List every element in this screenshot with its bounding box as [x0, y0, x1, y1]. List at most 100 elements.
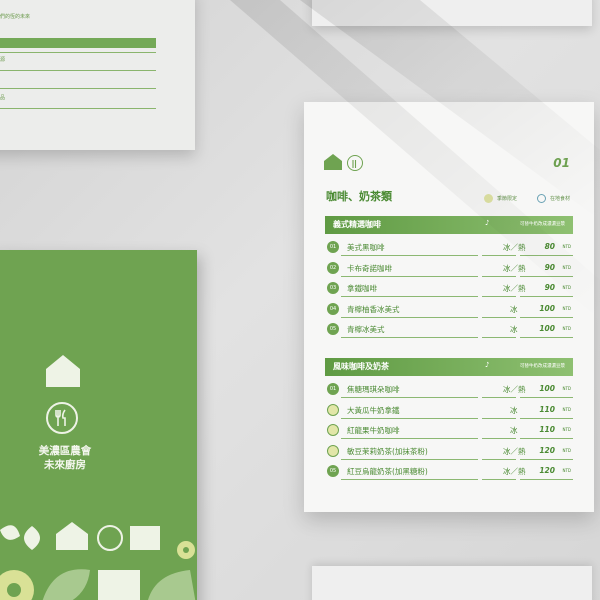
seasonal-dot-icon	[484, 194, 493, 203]
item-price: 110	[539, 404, 555, 414]
local-dot-icon	[537, 194, 546, 203]
card-header-text: 們的恆的未來	[0, 14, 31, 20]
menu-item-row: 05 紅豆烏龍奶茶(加黑糖粉) 冰／熱 120 NTD	[325, 462, 573, 480]
row-divider	[520, 438, 573, 439]
item-name: 青檸冰美式	[347, 325, 385, 334]
legend-seasonal: 季節限定	[484, 194, 517, 203]
row-divider	[520, 316, 573, 318]
menu-item-row: 大黃瓜牛奶拿鐵 冰 110 NTD	[325, 401, 573, 419]
card-divider	[0, 70, 156, 71]
row-divider	[482, 417, 516, 419]
item-name: 卡布奇諾咖啡	[347, 263, 392, 273]
item-price: 100	[539, 384, 555, 393]
house-icon	[324, 154, 342, 170]
price-unit: NTD	[562, 326, 571, 331]
row-divider	[341, 417, 478, 419]
menu-cover: 美濃區農會 未來廚房	[0, 250, 197, 600]
row-divider	[520, 275, 573, 277]
section-note: 可替牛奶改成濃濃豆漿	[520, 364, 565, 369]
card-divider	[0, 88, 156, 89]
item-number-badge	[327, 424, 339, 436]
menu-item-row: 04 青檸柚香冰美式 冰 100 NTD	[325, 300, 573, 318]
price-unit: NTD	[562, 244, 571, 249]
brand-line-1: 美濃區農會	[38, 445, 92, 457]
row-divider	[341, 438, 478, 439]
partial-menu-card-top-left: 們的恆的未來 源 品	[0, 0, 195, 150]
card-divider	[0, 108, 156, 109]
brand-name: 美濃區農會 未來廚房	[0, 444, 140, 472]
card-section-bar	[0, 38, 156, 48]
item-temperature: 冰／熱	[503, 385, 526, 394]
legend-seasonal-label: 季節限定	[497, 196, 518, 202]
menu-item-row: 02 卡布奇諾咖啡 冰／熱 90 NTD	[325, 259, 573, 277]
mockup-scene: 們的恆的未來 源 品 美濃區農會 未來廚房 01 咖啡、奶茶類 季節限定 在地食…	[0, 0, 600, 600]
price-unit: NTD	[562, 447, 571, 453]
item-price: 90	[544, 283, 555, 292]
price-unit: NTD	[562, 406, 571, 412]
row-divider	[341, 255, 478, 256]
legend-local-label: 在地食材	[550, 196, 571, 202]
item-name: 紅龍果牛奶咖啡	[347, 426, 400, 435]
item-temperature: 冰／熱	[503, 243, 526, 252]
note-mark-icon: ♪	[485, 361, 490, 369]
partial-card-bottom-right	[312, 566, 592, 600]
menu-item-row: 05 青檸冰美式 冰 100 NTD	[325, 320, 573, 338]
row-divider	[341, 458, 478, 460]
fork-knife-icon	[46, 402, 78, 434]
item-name: 拿鐵咖啡	[347, 284, 377, 293]
item-number-badge: 01	[327, 383, 339, 395]
item-number-badge	[327, 403, 339, 416]
price-unit: NTD	[562, 386, 571, 391]
item-temperature: 冰／熱	[503, 284, 526, 293]
row-divider	[520, 397, 573, 398]
row-divider	[482, 337, 516, 338]
item-price: 120	[539, 466, 555, 475]
price-unit: NTD	[562, 285, 571, 290]
card-item-text: 源	[0, 57, 6, 63]
section-title: 義式精選咖啡	[333, 220, 381, 229]
partial-card-top-right	[312, 0, 592, 26]
item-temperature: 冰／熱	[503, 467, 526, 476]
item-price: 120	[539, 445, 555, 455]
price-unit: NTD	[562, 305, 571, 311]
row-divider	[482, 316, 516, 318]
geometric-pattern	[0, 520, 197, 600]
row-divider	[482, 458, 516, 460]
item-name: 敏豆茉莉奶茶(加抹茶粉)	[347, 446, 428, 456]
row-divider	[482, 275, 516, 277]
row-divider	[520, 337, 573, 338]
item-name: 大黃瓜牛奶拿鐵	[347, 405, 400, 415]
row-divider	[341, 479, 478, 480]
item-temperature: 冰	[510, 405, 518, 415]
item-price: 80	[544, 242, 555, 251]
row-divider	[520, 255, 573, 256]
price-unit: NTD	[562, 427, 571, 432]
row-divider	[482, 397, 516, 398]
menu-item-row: 03 拿鐵咖啡 冰／熱 90 NTD	[325, 279, 573, 297]
item-temperature: 冰／熱	[503, 446, 526, 456]
item-name: 紅豆烏龍奶茶(加黑糖粉)	[347, 467, 428, 476]
item-number-badge: 05	[327, 465, 339, 477]
item-name: 青檸柚香冰美式	[347, 304, 400, 314]
row-divider	[482, 296, 516, 297]
item-temperature: 冰	[510, 304, 518, 314]
fork-knife-icon	[347, 155, 363, 171]
item-price: 90	[544, 262, 555, 272]
section-header: 義式精選咖啡 ♪ 可替牛奶改成濃濃豆漿	[325, 216, 573, 234]
row-divider	[341, 337, 478, 338]
row-divider	[341, 397, 478, 398]
item-number-badge: 01	[327, 241, 339, 253]
note-mark-icon: ♪	[485, 219, 490, 227]
category-title: 咖啡、奶茶類	[326, 190, 392, 203]
row-divider	[341, 316, 478, 318]
item-number-badge: 05	[327, 323, 339, 335]
section-title: 風味咖啡及奶茶	[333, 362, 389, 371]
house-icon	[46, 355, 80, 387]
price-unit: NTD	[562, 468, 571, 473]
item-temperature: 冰	[510, 426, 518, 435]
row-divider	[482, 255, 516, 256]
row-divider	[520, 458, 573, 460]
menu-item-row: 01 美式黑咖啡 冰／熱 80 NTD	[325, 238, 573, 256]
card-item-text: 品	[0, 95, 6, 101]
row-divider	[520, 296, 573, 297]
